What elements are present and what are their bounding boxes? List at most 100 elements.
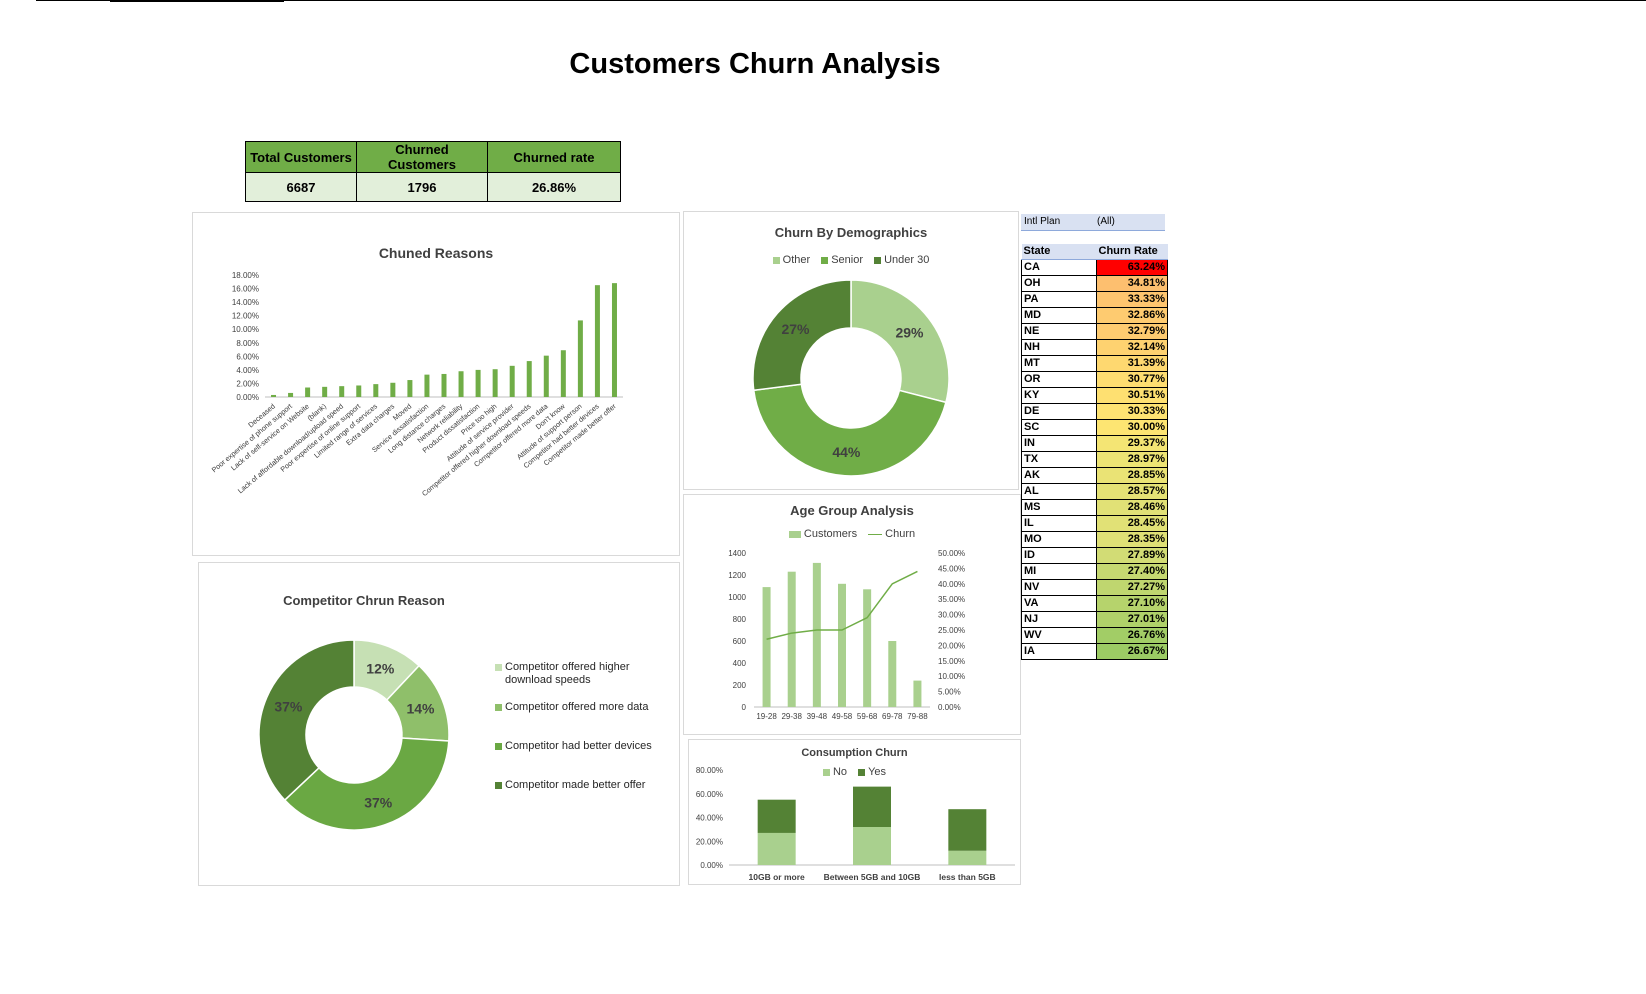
kpi-value-total[interactable]: 6687 [245,172,357,202]
donut-slice [850,279,950,404]
churn-rate-cell[interactable]: 30.77% [1096,371,1168,388]
state-cell[interactable]: IL [1021,515,1097,532]
consumption-churn-chart[interactable]: Consumption Churn No Yes 0.00% 20.00% 40.0… [688,739,1021,885]
state-cell[interactable]: NV [1021,579,1097,596]
table-row: IL 28.45% [1021,515,1168,532]
state-cell[interactable]: NJ [1021,611,1097,628]
churn-rate-cell[interactable]: 27.89% [1096,547,1168,564]
churn-rate-cell[interactable]: 32.86% [1096,307,1168,324]
state-cell[interactable]: TX [1021,451,1097,468]
churn-rate-cell[interactable]: 30.33% [1096,403,1168,420]
churn-rate-cell[interactable]: 28.57% [1096,483,1168,500]
table-row: AL 28.57% [1021,483,1168,500]
kpi-value-rate[interactable]: 26.86% [487,172,621,202]
legend-swatch-icon [495,664,502,671]
donut-value-label: 14% [406,701,435,717]
churn-rate-cell[interactable]: 34.81% [1096,275,1168,292]
y-right-tick-label: 10.00% [938,672,965,681]
churn-rate-cell[interactable]: 63.24% [1096,259,1168,276]
bar [543,355,549,397]
y-right-tick-label: 25.00% [938,626,965,635]
demographics-chart[interactable]: Churn By Demographics Other Senior Under… [683,211,1019,490]
table-row: ID 27.89% [1021,547,1168,564]
donut-slice [752,383,947,477]
churn-rate-cell[interactable]: 27.10% [1096,595,1168,612]
x-tick-label: 69-78 [882,712,903,721]
state-cell[interactable]: VA [1021,595,1097,612]
churn-rate-cell[interactable]: 32.79% [1096,323,1168,340]
y-right-tick-label: 0.00% [938,703,961,712]
state-cell[interactable]: ID [1021,547,1097,564]
churn-reasons-chart[interactable]: Chuned Reasons 0.00% 2.00% 4.00% 6.00% 8.00%… [192,212,680,556]
x-tick-label: 19-28 [756,712,777,721]
state-cell[interactable]: IA [1021,643,1097,660]
churn-rate-header[interactable]: Churn Rate [1096,244,1168,260]
legend-swatch-icon [495,743,502,750]
state-cell[interactable]: OR [1021,371,1097,388]
y-left-tick-label: 1000 [728,593,746,602]
pivot-filter[interactable]: Intl Plan (All) [1021,214,1165,231]
state-cell[interactable]: MO [1021,531,1097,548]
state-cell[interactable]: SC [1021,419,1097,436]
churn-rate-cell[interactable]: 31.39% [1096,355,1168,372]
churn-rate-cell[interactable]: 28.85% [1096,467,1168,484]
state-cell[interactable]: AK [1021,467,1097,484]
y-left-tick-label: 200 [733,681,747,690]
churn-rate-cell[interactable]: 29.37% [1096,435,1168,452]
state-cell[interactable]: CA [1021,259,1097,276]
table-row: MO 28.35% [1021,531,1168,548]
state-cell[interactable]: WV [1021,627,1097,644]
page-title: Customers Churn Analysis [569,48,941,80]
churn-rate-cell[interactable]: 30.00% [1096,419,1168,436]
churn-rate-cell[interactable]: 33.33% [1096,291,1168,308]
state-cell[interactable]: NH [1021,339,1097,356]
consumption-plot: 0.00% 20.00% 40.00% 60.00% 80.00% 10GB or mor… [696,766,1015,882]
customers-bar [762,587,771,707]
state-cell[interactable]: DE [1021,403,1097,420]
kpi-header-rate[interactable]: Churned rate [487,141,621,173]
state-cell[interactable]: IN [1021,435,1097,452]
y-tick-label: 60.00% [696,790,723,799]
churn-rate-cell[interactable]: 27.27% [1096,579,1168,596]
y-left-tick-label: 1200 [728,571,746,580]
y-tick-label: 20.00% [696,837,723,846]
state-cell[interactable]: OH [1021,275,1097,292]
churn-rate-cell[interactable]: 26.67% [1096,643,1168,660]
bar [475,369,481,397]
customers-bar [913,680,922,707]
churn-rate-cell[interactable]: 27.40% [1096,563,1168,580]
kpi-header-churned[interactable]: Churned Customers [356,141,488,173]
state-cell[interactable]: MD [1021,307,1097,324]
state-header[interactable]: State [1021,244,1097,260]
bar [339,386,345,397]
state-cell[interactable]: MI [1021,563,1097,580]
churn-rate-cell[interactable]: 27.01% [1096,611,1168,628]
state-cell[interactable]: MS [1021,499,1097,516]
competitor-reason-chart[interactable]: Competitor Chrun Reason 12% 14% 37% 37% Com… [198,562,680,886]
state-cell[interactable]: KY [1021,387,1097,404]
churn-rate-cell[interactable]: 32.14% [1096,339,1168,356]
churn-rate-cell[interactable]: 30.51% [1096,387,1168,404]
churn-rate-cell[interactable]: 28.46% [1096,499,1168,516]
bar [271,394,277,397]
legend-item-better-offer: Competitor made better offer [495,779,675,792]
churn-rate-cell[interactable]: 28.97% [1096,451,1168,468]
table-row: NH 32.14% [1021,339,1168,356]
state-cell[interactable]: PA [1021,291,1097,308]
churn-rate-cell[interactable]: 26.76% [1096,627,1168,644]
bar-yes [757,799,796,833]
state-cell[interactable]: NE [1021,323,1097,340]
churn-rate-cell[interactable]: 28.35% [1096,531,1168,548]
state-cell[interactable]: AL [1021,483,1097,500]
age-group-chart[interactable]: Age Group Analysis Customers Churn 0 200 4… [683,494,1021,735]
churn-rate-cell[interactable]: 28.45% [1096,515,1168,532]
table-row: MI 27.40% [1021,563,1168,580]
state-cell[interactable]: MT [1021,355,1097,372]
donut-value-label: 29% [895,325,924,341]
state-churn-table: State Churn Rate CA 63.24% OH 34.81% PA 33.33… [1021,244,1168,660]
kpi-header-total[interactable]: Total Customers [245,141,357,173]
table-row: IN 29.37% [1021,435,1168,452]
filter-dropdown[interactable]: (All) [1097,214,1115,230]
kpi-value-churned[interactable]: 1796 [356,172,488,202]
bar [305,387,311,397]
